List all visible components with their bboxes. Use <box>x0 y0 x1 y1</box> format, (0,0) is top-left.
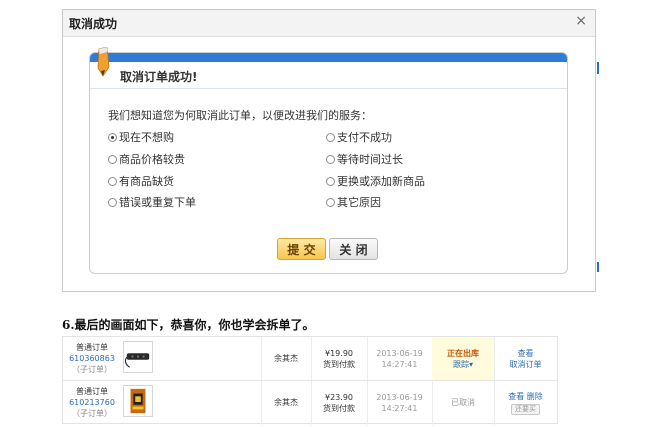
radio-selected[interactable] <box>108 132 117 142</box>
amount-cell: ¥19.90 货到付款 <box>311 337 367 380</box>
reason-label: 等待时间过长 <box>337 153 403 166</box>
view-order-link[interactable]: 查看 <box>508 392 524 401</box>
radio[interactable] <box>326 154 335 164</box>
order-date-cell: 2013-06-19 14:27:41 <box>367 381 432 424</box>
order-time: 14:27:41 <box>381 403 418 413</box>
product-thumbnail-package[interactable] <box>123 385 153 417</box>
reason-label: 错误或重复下单 <box>119 196 196 209</box>
reason-option-change-items[interactable]: 更换或添加新商品 <box>326 173 425 189</box>
radio[interactable] <box>326 176 335 186</box>
reason-option-wait-long[interactable]: 等待时间过长 <box>326 151 403 167</box>
dialog-title: 取消成功 <box>69 17 118 31</box>
order-type: 普通订单 <box>76 343 108 352</box>
reason-label: 支付不成功 <box>337 131 392 144</box>
order-id-cell: 普通订单 610213760 （子订单） <box>63 381 121 424</box>
delete-order-link[interactable]: 删除 <box>527 392 543 401</box>
order-date: 2013-06-19 <box>376 392 423 402</box>
track-dropdown[interactable]: 跟踪▾ <box>453 359 473 370</box>
order-amount: ¥19.90 <box>325 348 353 358</box>
close-icon[interactable]: × <box>575 13 587 29</box>
table-row: 普通订单 610360863 （子订单） 余其杰 ¥19.90 货到付款 201… <box>63 337 557 381</box>
reason-option-not-want[interactable]: 现在不想购 <box>108 129 174 145</box>
buyer-name: 余其杰 <box>274 354 298 363</box>
reason-option-out-of-stock[interactable]: 有商品缺货 <box>108 173 174 189</box>
radio[interactable] <box>326 197 335 207</box>
radio[interactable] <box>326 132 335 142</box>
tutorial-caption: 6.最后的画面如下，恭喜你，你也学会拆单了。 <box>62 318 315 332</box>
buyer-name: 余其杰 <box>274 398 298 407</box>
reason-option-payment-failed[interactable]: 支付不成功 <box>326 129 392 145</box>
scroll-edge-marker <box>597 262 599 272</box>
status-badge: 正在出库 <box>447 348 479 358</box>
close-button[interactable]: 关 闭 <box>329 238 378 260</box>
sub-order-label: （子订单） <box>72 365 112 374</box>
reason-option-price-high[interactable]: 商品价格较贵 <box>108 151 185 167</box>
order-table: 普通订单 610360863 （子订单） 余其杰 ¥19.90 货到付款 201… <box>62 336 558 425</box>
status-badge: 已取消 <box>451 398 475 407</box>
scroll-edge-marker <box>597 62 599 74</box>
actions-cell: 查看 删除 还要买 <box>494 381 557 424</box>
product-thumbnail-power-strip[interactable] <box>123 341 153 373</box>
radio[interactable] <box>108 154 117 164</box>
buyer-cell: 余其杰 <box>261 381 311 424</box>
actions-cell: 查看 取消订单 <box>494 337 557 380</box>
reason-label: 现在不想购 <box>119 131 174 144</box>
radio[interactable] <box>108 176 117 186</box>
order-id-link[interactable]: 610213760 <box>69 397 115 408</box>
payment-method: 货到付款 <box>323 403 355 413</box>
panel-title: 取消订单成功! <box>120 70 198 84</box>
order-amount: ¥23.90 <box>325 392 353 402</box>
submit-button[interactable]: 提 交 <box>277 238 326 260</box>
reason-option-duplicate-order[interactable]: 错误或重复下单 <box>108 194 196 210</box>
order-date-cell: 2013-06-19 14:27:41 <box>367 337 432 380</box>
order-date: 2013-06-19 <box>376 348 423 358</box>
order-id-cell: 普通订单 610360863 （子订单） <box>63 337 121 380</box>
order-type: 普通订单 <box>76 387 108 396</box>
pencil-icon <box>97 47 110 77</box>
dialog-header: 取消成功 × <box>63 10 595 37</box>
reason-option-other[interactable]: 其它原因 <box>326 194 381 210</box>
sub-order-label: （子订单） <box>72 409 112 418</box>
table-row: 普通订单 610213760 （子订单） 余其杰 ¥23.90 货到付款 201… <box>63 381 557 424</box>
reason-label: 有商品缺货 <box>119 175 174 188</box>
view-order-link[interactable]: 查看 <box>518 348 534 359</box>
order-id-link[interactable]: 610360863 <box>69 353 115 364</box>
reason-label: 商品价格较贵 <box>119 153 185 166</box>
panel-accent-bar <box>90 53 567 62</box>
buyer-cell: 余其杰 <box>261 337 311 380</box>
cancel-order-link[interactable]: 取消订单 <box>510 359 542 370</box>
reason-label: 其它原因 <box>337 196 381 209</box>
order-time: 14:27:41 <box>381 359 418 369</box>
panel-header: 取消订单成功! <box>90 62 567 89</box>
reason-label: 更换或添加新商品 <box>337 175 425 188</box>
amount-cell: ¥23.90 货到付款 <box>311 381 367 424</box>
payment-method: 货到付款 <box>323 359 355 369</box>
status-cell: 已取消 <box>432 381 494 424</box>
cancel-reason-question: 我们想知道您为何取消此订单，以便改进我们的服务： <box>108 109 372 122</box>
buy-again-button[interactable]: 还要买 <box>511 403 540 415</box>
status-cell: 正在出库 跟踪▾ <box>432 337 494 380</box>
radio[interactable] <box>108 197 117 207</box>
